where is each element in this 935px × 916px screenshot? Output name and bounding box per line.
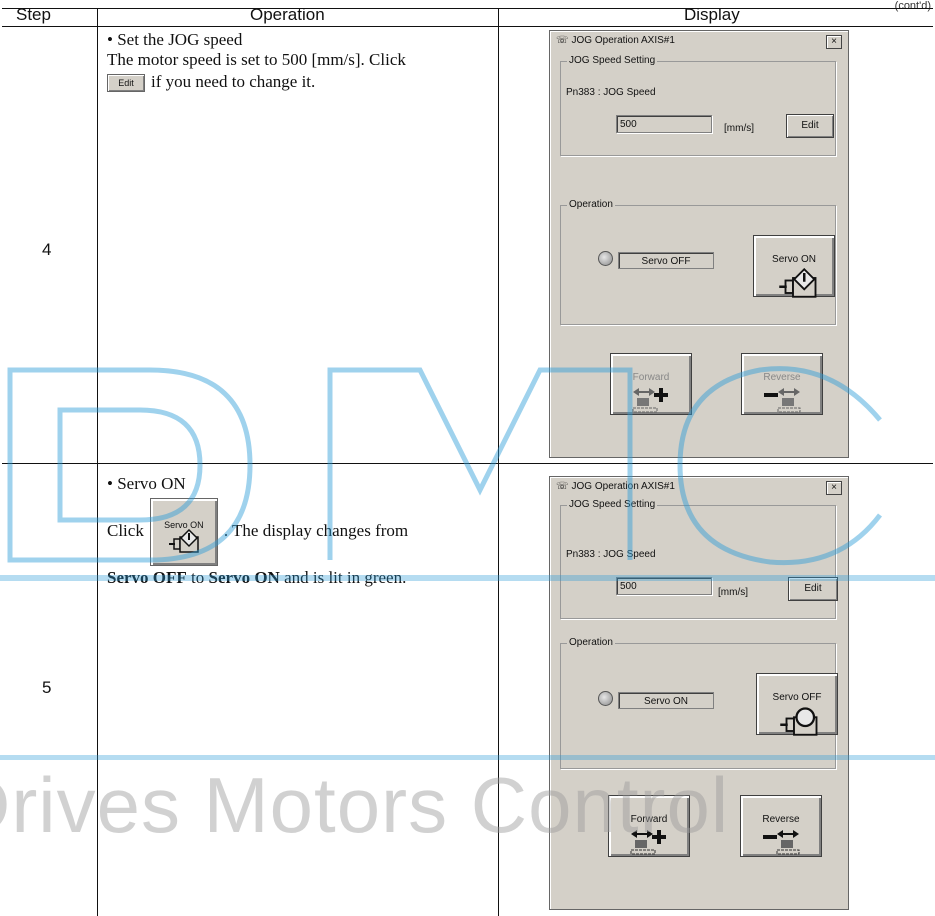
servo-status-lamp	[598, 691, 613, 706]
jog-speed-field[interactable]: 500	[616, 577, 712, 595]
dialog-title: ☏ JOG Operation AXIS#1	[556, 35, 675, 46]
dialog-title-text: JOG Operation AXIS#1	[571, 35, 675, 46]
jog-speed-group: JOG Speed Setting	[560, 55, 836, 156]
jog-speed-group-title: JOG Speed Setting	[567, 499, 658, 510]
step5-bullet: • Servo ON	[107, 474, 186, 493]
reverse-arrow-icon	[763, 830, 800, 855]
forward-button[interactable]: Forward	[610, 353, 692, 415]
jog-speed-group-title: JOG Speed Setting	[567, 55, 658, 66]
inline-servo-on-button: Servo ON	[149, 498, 218, 566]
reverse-arrow-icon	[764, 388, 801, 413]
header-operation: Operation	[250, 5, 325, 24]
header-step: Step	[16, 5, 51, 24]
edit-button[interactable]: Edit	[788, 577, 838, 601]
servo-status-display: Servo OFF	[618, 252, 714, 269]
step5-mid: to	[186, 568, 209, 587]
header-divider	[2, 26, 933, 27]
jog-speed-field[interactable]: 500	[616, 115, 712, 133]
servo-off-button[interactable]: Servo OFF	[756, 673, 838, 736]
header-display: Display	[684, 5, 740, 24]
step4-line2: if you need to change it.	[151, 72, 316, 91]
servo-on-button[interactable]: Servo ON	[753, 235, 835, 298]
servo-off-button-label: Servo OFF	[772, 692, 822, 703]
jog-dialog-step4: ☏ JOG Operation AXIS#1 × JOG Speed Settin…	[549, 30, 849, 458]
param-label: Pn383 : JOG Speed	[566, 87, 656, 98]
step-number-4: 4	[42, 240, 52, 259]
reverse-button[interactable]: Reverse	[741, 353, 823, 415]
reverse-button[interactable]: Reverse	[740, 795, 822, 857]
servo-status-lamp	[598, 251, 613, 266]
reverse-button-label: Reverse	[763, 372, 801, 383]
forward-arrow-icon	[632, 388, 668, 413]
operation-group-title: Operation	[567, 637, 615, 648]
dialog-titlebar: ☏ JOG Operation AXIS#1 ×	[552, 33, 846, 51]
jog-speed-group: JOG Speed Setting	[560, 499, 836, 619]
continued-label: (cont'd)	[894, 0, 931, 12]
forward-button-label: Forward	[632, 372, 670, 383]
dialog-title-text: JOG Operation AXIS#1	[571, 481, 675, 492]
servo-off-icon	[780, 707, 818, 736]
inline-edit-button: Edit	[107, 74, 145, 93]
operation-group-title: Operation	[567, 199, 615, 210]
app-icon: ☏	[556, 35, 569, 46]
param-label: Pn383 : JOG Speed	[566, 549, 656, 560]
step5-after: . The display changes from	[223, 520, 409, 540]
servo-on-icon	[168, 529, 199, 553]
servo-on-button-label: Servo ON	[772, 254, 816, 265]
servo-status-display: Servo ON	[618, 692, 714, 709]
step4-bullet: • Set the JOG speed	[107, 30, 243, 49]
step5-end: and is lit in green.	[279, 568, 407, 587]
step5-bold2: Servo ON	[208, 568, 280, 587]
dialog-title: ☏ JOG Operation AXIS#1	[556, 481, 675, 492]
step-number-5: 5	[42, 678, 52, 697]
reverse-button-label: Reverse	[762, 814, 800, 825]
step5-operation: • Servo ON Click Servo ON. The display ch…	[107, 474, 497, 588]
manual-page: (cont'd) Step Operation Display 4 5 • Se…	[0, 0, 935, 916]
close-button[interactable]: ×	[826, 35, 842, 49]
dialog-titlebar: ☏ JOG Operation AXIS#1 ×	[552, 479, 846, 497]
edit-button[interactable]: Edit	[786, 114, 834, 138]
watermark-text: Drives Motors Control	[0, 761, 730, 849]
table-top-border	[2, 8, 933, 9]
unit-label: [mm/s]	[718, 587, 748, 598]
step4-operation: • Set the JOG speed The motor speed is s…	[107, 30, 497, 93]
step5-bold1: Servo OFF	[107, 568, 187, 587]
row-divider	[2, 463, 933, 464]
unit-label: [mm/s]	[724, 123, 754, 134]
app-icon: ☏	[556, 481, 569, 492]
servo-on-icon	[779, 268, 817, 298]
step4-line1: The motor speed is set to 500 [mm/s]. Cl…	[107, 50, 406, 69]
step5-click: Click	[107, 520, 144, 540]
close-button[interactable]: ×	[826, 481, 842, 495]
